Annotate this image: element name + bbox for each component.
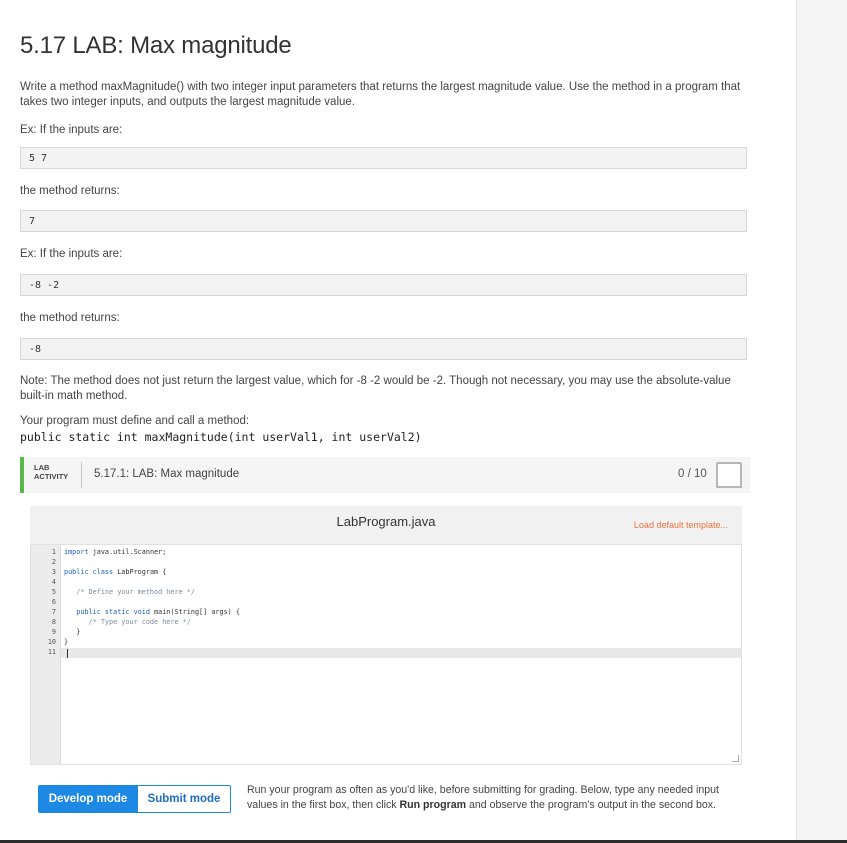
method-signature: public static int maxMagnitude(int userV… xyxy=(20,430,422,444)
line-number: 7 xyxy=(51,608,56,616)
intro-text: Write a method maxMagnitude() with two i… xyxy=(20,81,741,108)
run-instructions: Run your program as often as you'd like,… xyxy=(247,783,747,813)
lab-tag-line2: ACTIVITY xyxy=(34,472,69,481)
example1-returns-label: the method returns: xyxy=(20,185,120,197)
load-default-template-link[interactable]: Load default template... xyxy=(634,520,728,530)
line-number: 10 xyxy=(47,638,56,646)
lab-activity-name: 5.17.1: LAB: Max magnitude xyxy=(94,468,240,480)
code-keyword: public class xyxy=(64,568,114,576)
line-number: 9 xyxy=(51,628,56,636)
example1-label: Ex: If the inputs are: xyxy=(20,124,123,136)
line-number: 3 xyxy=(51,568,56,576)
example1-output: 7 xyxy=(20,210,747,232)
example2-returns-label: the method returns: xyxy=(20,312,120,324)
develop-mode-button[interactable]: Develop mode xyxy=(38,785,138,813)
run-help-text: and observe the program's output in the … xyxy=(466,799,716,811)
run-program-emphasis: Run program xyxy=(399,799,467,811)
lab-tag-line1: LAB xyxy=(34,463,50,472)
line-number: 1 xyxy=(51,548,56,556)
code-line: } xyxy=(64,638,69,646)
text-cursor xyxy=(67,649,68,658)
code-keyword: public static void xyxy=(64,608,150,616)
note-text: Note: The method does not just return th… xyxy=(20,375,731,402)
code-line: import java.util.Scanner; xyxy=(64,548,166,556)
line-number: 6 xyxy=(51,598,56,606)
line-number-gutter: 1 2 3 4 5 6 7 8 9 10 11 xyxy=(31,545,61,764)
example2-output: -8 xyxy=(20,338,747,360)
code-editor-panel: LabProgram.java Load default template...… xyxy=(30,506,742,765)
lab-activity-header: LAB ACTIVITY 5.17.1: LAB: Max magnitude … xyxy=(20,457,750,493)
code-editor[interactable]: 1 2 3 4 5 6 7 8 9 10 11 import java.util… xyxy=(30,544,742,765)
submit-mode-button[interactable]: Submit mode xyxy=(137,785,231,813)
code-text: main(String[] args) { xyxy=(149,608,240,616)
example2-input: -8 -2 xyxy=(20,274,747,296)
lab-page: 5.17 LAB: Max magnitude Write a method m… xyxy=(0,0,796,843)
lab-score: 0 / 10 xyxy=(678,468,707,480)
lab-activity-tag: LAB ACTIVITY xyxy=(34,463,68,481)
active-line-highlight xyxy=(61,648,741,658)
code-line: public class LabProgram { xyxy=(64,568,166,576)
code-keyword: import xyxy=(64,548,89,556)
header-divider xyxy=(81,462,82,488)
example2-label: Ex: If the inputs are: xyxy=(20,248,123,260)
code-text: LabProgram { xyxy=(113,568,167,576)
line-number: 4 xyxy=(51,578,56,586)
right-sidebar xyxy=(796,0,847,843)
code-line: public static void main(String[] args) { xyxy=(64,608,240,616)
resize-handle-icon[interactable] xyxy=(732,755,739,762)
line-number: 8 xyxy=(51,618,56,626)
code-comment: /* Type your code here */ xyxy=(64,618,191,626)
line-number: 5 xyxy=(51,588,56,596)
score-box-icon xyxy=(716,462,742,488)
line-number: 2 xyxy=(51,558,56,566)
example1-input: 5 7 xyxy=(20,147,747,169)
code-comment: /* Define your method here */ xyxy=(64,588,195,596)
code-line: } xyxy=(64,628,81,636)
code-text: java.util.Scanner; xyxy=(88,548,167,556)
line-number: 11 xyxy=(47,648,56,656)
define-label: Your program must define and call a meth… xyxy=(20,415,250,427)
page-title: 5.17 LAB: Max magnitude xyxy=(20,32,292,59)
